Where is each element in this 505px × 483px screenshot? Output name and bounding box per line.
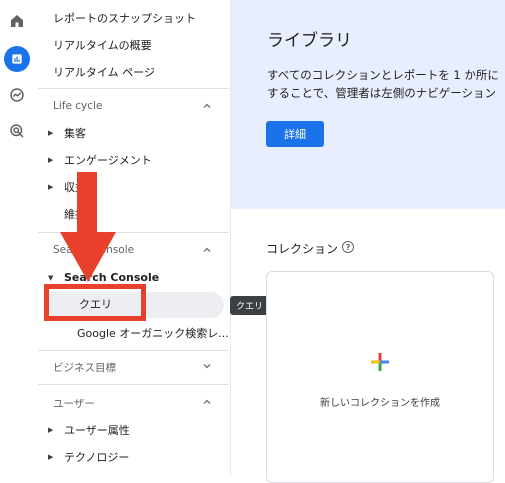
caret-right-icon: ▶ bbox=[48, 183, 54, 191]
sidebar-item-realtime-overview[interactable]: リアルタイムの概要 bbox=[53, 37, 152, 53]
tooltip: クエリ bbox=[230, 296, 269, 315]
caret-down-icon: ▼ bbox=[48, 274, 54, 282]
library-description-line: することで、管理者は左側のナビゲーション bbox=[267, 86, 496, 100]
sidebar-item-snapshot[interactable]: レポートのスナップショット bbox=[53, 10, 196, 26]
new-collection-label: 新しいコレクションを作成 bbox=[320, 398, 440, 409]
library-description-line: すべてのコレクションとレポートを 1 か所に bbox=[267, 68, 499, 82]
sidebar-item-engagement[interactable]: エンゲージメント bbox=[64, 152, 152, 168]
explore-icon[interactable] bbox=[6, 84, 28, 106]
sidebar-item-realtime-page[interactable]: リアルタイム ページ bbox=[53, 64, 155, 80]
caret-right-icon: ▶ bbox=[48, 156, 54, 164]
plus-icon bbox=[371, 353, 389, 371]
section-header-label: ユーザー bbox=[53, 398, 95, 410]
caret-right-icon: ▶ bbox=[48, 129, 54, 137]
divider bbox=[38, 384, 229, 385]
sidebar-item-demographics[interactable]: ユーザー属性 bbox=[64, 422, 130, 438]
chevron-up-icon bbox=[203, 247, 211, 252]
page-title: ライブラリ bbox=[267, 31, 352, 51]
divider bbox=[38, 350, 229, 351]
annotation-arrow bbox=[60, 172, 116, 282]
chevron-up-icon bbox=[203, 103, 211, 108]
section-header-user[interactable]: ユーザー bbox=[53, 396, 213, 411]
icon-rail bbox=[0, 0, 34, 476]
library-hero: ライブラリ すべてのコレクションとレポートを 1 か所に することで、管理者は左… bbox=[231, 0, 505, 209]
learn-more-button[interactable]: 詳細 bbox=[266, 121, 324, 147]
section-header-lifecycle[interactable]: Life cycle bbox=[53, 100, 213, 112]
highlight-box bbox=[44, 284, 146, 321]
reports-icon[interactable] bbox=[4, 46, 30, 72]
caret-right-icon: ▶ bbox=[48, 453, 54, 461]
new-collection-card[interactable]: 新しいコレクションを作成 bbox=[266, 271, 494, 483]
advertising-icon[interactable] bbox=[6, 120, 28, 142]
library-description: すべてのコレクションとレポートを 1 か所に することで、管理者は左側のナビゲー… bbox=[267, 66, 499, 102]
section-header-business-goals[interactable]: ビジネス目標 bbox=[53, 360, 213, 375]
section-header-label: Life cycle bbox=[53, 100, 103, 112]
chevron-down-icon bbox=[203, 364, 211, 369]
divider bbox=[38, 88, 229, 89]
section-header-label: ビジネス目標 bbox=[53, 362, 116, 374]
collections-title: コレクション bbox=[266, 242, 339, 256]
caret-right-icon: ▶ bbox=[48, 426, 54, 434]
chevron-up-icon bbox=[203, 399, 211, 404]
sidebar-item-google-organic[interactable]: Google オーガニック検索レ... bbox=[77, 325, 229, 341]
help-icon[interactable]: ? bbox=[342, 241, 354, 253]
sidebar-item-acquisition[interactable]: 集客 bbox=[64, 125, 86, 141]
sidebar-item-technology[interactable]: テクノロジー bbox=[64, 449, 129, 465]
home-icon[interactable] bbox=[6, 10, 28, 32]
